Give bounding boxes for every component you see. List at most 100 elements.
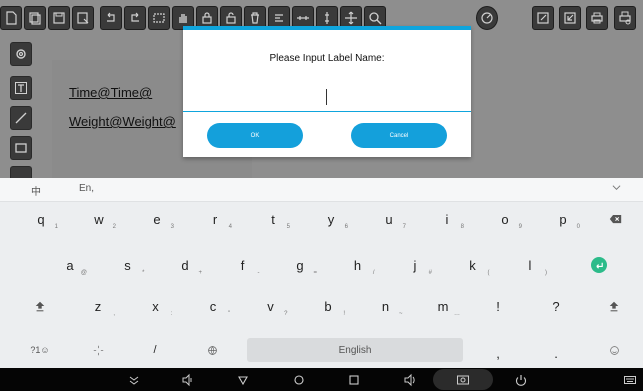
keyboard-candidate-bar: 中 En, xyxy=(0,178,643,202)
period-key[interactable]: . xyxy=(545,338,567,368)
key-y[interactable]: y6 xyxy=(317,204,348,234)
settings-icon[interactable] xyxy=(10,42,32,66)
dialog-title: Please Input Label Name: xyxy=(269,53,385,64)
key-c[interactable]: c " xyxy=(199,291,230,321)
key-o[interactable]: o9 xyxy=(491,204,522,234)
key-label: y xyxy=(327,211,335,227)
key-v[interactable]: v? xyxy=(257,291,287,321)
chevron-down-icon[interactable] xyxy=(612,183,621,195)
key-sublabel: 3 xyxy=(170,224,174,230)
key-sublabel: : xyxy=(170,311,173,317)
text-caret xyxy=(326,89,327,105)
canvas-label-time[interactable]: Time@Time@ xyxy=(69,85,152,100)
label-name-dialog: Please Input Label Name: OK Cancel xyxy=(183,26,471,157)
volume-down-icon[interactable] xyxy=(181,371,195,388)
key-label: n xyxy=(381,298,390,314)
key-k[interactable]: k( xyxy=(459,250,489,280)
key-label: w xyxy=(94,211,104,227)
key-label: i xyxy=(445,211,449,227)
key-d[interactable]: d + xyxy=(171,250,202,280)
hide-keyboard-icon[interactable] xyxy=(127,371,141,388)
canvas-label-weight[interactable]: Weight@Weight@ xyxy=(69,114,176,129)
save-as-icon[interactable] xyxy=(72,6,94,30)
keyboard-icon[interactable] xyxy=(623,371,637,388)
copy-icon[interactable] xyxy=(24,6,46,30)
key-label: j xyxy=(413,257,417,273)
key-t[interactable]: t5 xyxy=(259,204,290,234)
recents-icon[interactable] xyxy=(347,371,361,388)
key-sublabel: 7 xyxy=(402,224,406,230)
cancel-button[interactable]: Cancel xyxy=(351,123,447,148)
lang-chinese-toggle[interactable]: 中 xyxy=(31,183,41,198)
comma-key[interactable]: , xyxy=(487,338,509,368)
key-x[interactable]: x: xyxy=(142,291,173,321)
key-label: p xyxy=(559,211,567,227)
back-icon[interactable] xyxy=(236,371,250,388)
key-z[interactable]: z, xyxy=(84,291,115,321)
power-icon[interactable] xyxy=(514,371,528,388)
key-sublabel: 2 xyxy=(112,224,116,230)
more-tools-icon[interactable] xyxy=(10,166,32,178)
key-f[interactable]: f- xyxy=(229,250,260,280)
exclaim-key[interactable]: ! xyxy=(487,291,509,321)
key-label: e xyxy=(153,211,161,227)
key-h[interactable]: h / xyxy=(344,250,375,280)
redo-icon[interactable] xyxy=(124,6,146,30)
emoji-key[interactable] xyxy=(603,335,625,365)
shift-left-key[interactable] xyxy=(29,291,51,321)
key-sublabel: 5 xyxy=(286,224,290,230)
new-document-icon[interactable] xyxy=(0,6,22,30)
key-p[interactable]: p0 xyxy=(549,204,580,234)
print-icon[interactable] xyxy=(586,6,608,30)
save-icon[interactable] xyxy=(48,6,70,30)
print-settings-icon[interactable] xyxy=(614,6,636,30)
key-m[interactable]: m… xyxy=(429,291,460,321)
key-sublabel: … xyxy=(454,311,460,317)
key-label: z xyxy=(94,298,102,314)
shift-right-key[interactable] xyxy=(603,291,625,321)
key-e[interactable]: e3 xyxy=(143,204,174,234)
key-label: k xyxy=(469,257,476,273)
space-key[interactable]: English xyxy=(247,338,463,362)
key-s[interactable]: s * xyxy=(114,250,144,280)
cursor-move-key[interactable] xyxy=(87,335,109,365)
ok-button[interactable]: OK xyxy=(207,123,303,148)
lang-english-toggle[interactable]: En, xyxy=(79,183,94,194)
rotate-icon[interactable] xyxy=(476,6,498,30)
key-i[interactable]: i8 xyxy=(433,204,464,234)
line-tool-icon[interactable] xyxy=(10,106,32,130)
key-r[interactable]: r4 xyxy=(201,204,232,234)
key-label: q xyxy=(37,211,45,227)
export-icon[interactable] xyxy=(559,6,581,30)
shift-icon xyxy=(35,301,45,312)
key-l[interactable]: l) xyxy=(516,250,547,280)
key-g[interactable]: g = xyxy=(286,250,317,280)
home-icon[interactable] xyxy=(292,371,306,388)
select-area-icon[interactable] xyxy=(148,6,170,30)
key-a[interactable]: a @ xyxy=(56,250,87,280)
slash-key[interactable]: / xyxy=(144,335,166,365)
key-label: v xyxy=(267,298,274,314)
symbols-key[interactable]: ?1☺ xyxy=(28,335,52,365)
key-b[interactable]: b! xyxy=(314,291,345,321)
question-key[interactable]: ? xyxy=(545,291,567,321)
globe-key[interactable] xyxy=(201,335,223,365)
key-q[interactable]: q1 xyxy=(27,204,58,234)
label-name-input[interactable] xyxy=(183,84,471,112)
key-sublabel: 0 xyxy=(576,224,580,230)
backspace-key[interactable] xyxy=(602,204,628,234)
volume-up-icon[interactable] xyxy=(403,371,417,388)
text-tool-icon[interactable] xyxy=(10,76,32,100)
rectangle-tool-icon[interactable] xyxy=(10,136,32,160)
undo-icon[interactable] xyxy=(100,6,122,30)
key-n[interactable]: n ~ xyxy=(372,291,403,321)
key-u[interactable]: u7 xyxy=(375,204,406,234)
key-j[interactable]: j # xyxy=(401,250,432,280)
system-navbar xyxy=(0,368,643,391)
key-label: c xyxy=(209,298,217,314)
key-w[interactable]: w2 xyxy=(85,204,116,234)
key-label: m xyxy=(437,298,449,314)
enter-key[interactable] xyxy=(588,250,610,280)
edit-icon[interactable] xyxy=(532,6,554,30)
screenshot-icon[interactable] xyxy=(456,371,470,388)
